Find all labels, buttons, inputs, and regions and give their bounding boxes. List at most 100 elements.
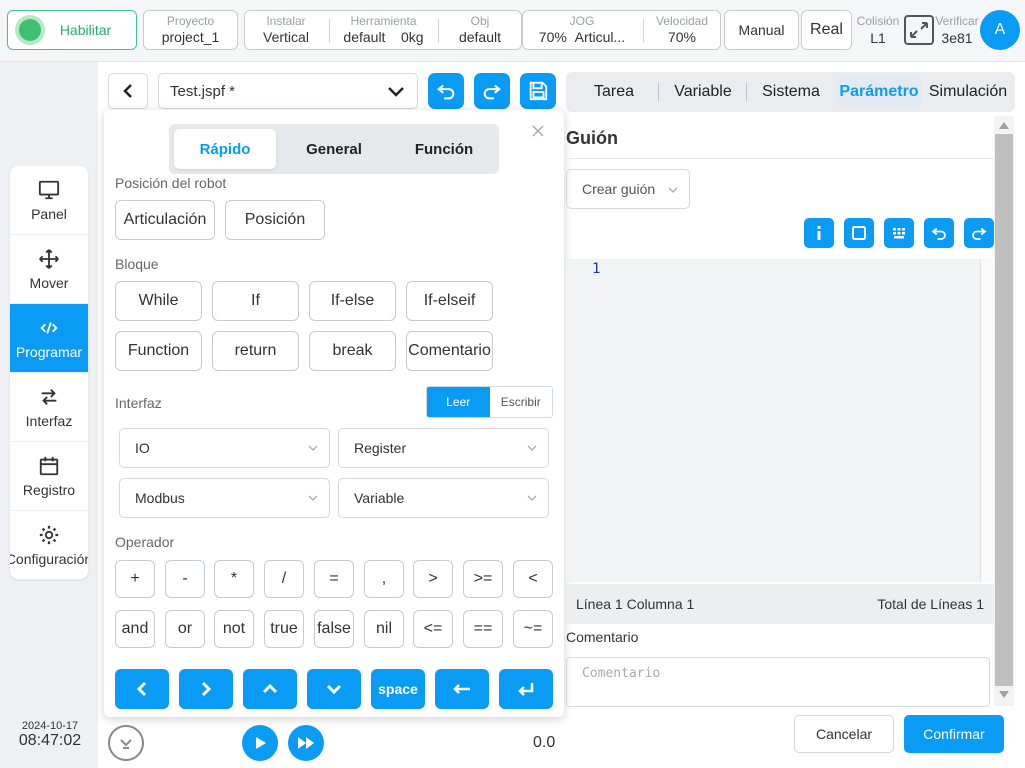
enable-label: Habilitar (59, 22, 112, 38)
cancel-button[interactable]: Cancelar (794, 715, 894, 753)
enable-button[interactable]: Habilitar (7, 10, 137, 50)
avatar[interactable]: A (980, 10, 1020, 50)
chevron-down-circle-icon (120, 739, 132, 749)
modbus-select[interactable]: Modbus (119, 478, 330, 518)
operator-button[interactable]: not (214, 610, 254, 648)
return-button[interactable]: return (212, 331, 299, 371)
right-scrollbar[interactable] (994, 116, 1014, 706)
operator-button[interactable]: ~= (513, 610, 553, 648)
chevron-down-icon (308, 495, 318, 501)
verify-indicator[interactable]: Verificar 3e81 (934, 14, 980, 46)
operator-button[interactable]: , (364, 560, 404, 598)
fullscreen-icon[interactable] (903, 15, 935, 45)
comment-label: Comentario (566, 629, 639, 645)
cursor-position: Línea 1 Columna 1 (576, 596, 695, 612)
function-button[interactable]: Function (115, 331, 202, 371)
if-else-button[interactable]: If-else (309, 281, 396, 321)
nav-item-panel[interactable]: Panel (10, 166, 88, 235)
code-editor[interactable]: 1 (566, 259, 994, 582)
collapse-button[interactable] (108, 725, 144, 761)
undo-button[interactable] (428, 73, 464, 109)
calendar-icon (39, 456, 59, 475)
io-select[interactable]: IO (119, 428, 330, 468)
real-button[interactable]: Real (801, 10, 852, 50)
tab-simulation[interactable]: Simulación (924, 76, 1012, 108)
install-value: Vertical (263, 29, 309, 45)
operator-button[interactable]: == (463, 610, 503, 648)
save-button[interactable] (520, 73, 556, 109)
operator-button[interactable]: / (264, 560, 304, 598)
while-button[interactable]: While (115, 281, 202, 321)
tab-task[interactable]: Tarea (570, 76, 658, 108)
tab-quick[interactable]: Rápido (174, 129, 276, 169)
editor-undo-button[interactable] (924, 218, 954, 248)
operator-button[interactable]: nil (364, 610, 404, 648)
select-button[interactable] (844, 218, 874, 248)
cursor-up-button[interactable] (243, 669, 297, 709)
operator-button[interactable]: and (115, 610, 155, 648)
comment-button[interactable]: Comentario (406, 331, 493, 371)
keyboard-button[interactable] (884, 218, 914, 248)
read-option[interactable]: Leer (427, 387, 490, 417)
close-icon[interactable] (531, 124, 545, 138)
variable-select[interactable]: Variable (338, 478, 549, 518)
editor-redo-button[interactable] (964, 218, 994, 248)
nav-item-program[interactable]: Programar (10, 304, 88, 373)
joint-button[interactable]: Articulación (115, 200, 215, 240)
enter-button[interactable] (499, 669, 553, 709)
project-box[interactable]: Proyecto project_1 (143, 10, 238, 50)
operator-button[interactable]: <= (413, 610, 453, 648)
nav-item-interface[interactable]: Interfaz (10, 373, 88, 442)
install-tool-box[interactable]: Instalar Vertical Herramienta default 0k… (244, 10, 522, 50)
tab-variable[interactable]: Variable (660, 76, 746, 108)
back-button[interactable] (108, 73, 148, 109)
create-script-label: Crear guión (582, 181, 656, 197)
operator-button[interactable]: false (314, 610, 354, 648)
status-indicator-icon (19, 19, 41, 41)
comment-input[interactable]: Comentario (566, 657, 990, 707)
operator-button[interactable]: * (214, 560, 254, 598)
operator-button[interactable]: < (513, 560, 553, 598)
editor-scrollbar[interactable] (980, 259, 994, 582)
operator-button[interactable]: or (165, 610, 205, 648)
operator-button[interactable]: > (413, 560, 453, 598)
tab-general[interactable]: General (283, 129, 385, 169)
scroll-thumb[interactable] (995, 134, 1013, 686)
space-button[interactable]: space (371, 669, 425, 709)
cursor-right-button[interactable] (179, 669, 233, 709)
enter-icon (518, 683, 534, 696)
collision-label: Colisión (856, 14, 900, 28)
fast-forward-button[interactable] (288, 725, 324, 761)
scroll-down-icon (999, 691, 1009, 698)
operator-button[interactable]: >= (463, 560, 503, 598)
position-button[interactable]: Posición (225, 200, 325, 240)
operator-button[interactable]: - (165, 560, 205, 598)
nav-item-move[interactable]: Mover (10, 235, 88, 304)
info-button[interactable] (804, 218, 834, 248)
if-elseif-button[interactable]: If-elseif (406, 281, 493, 321)
operator-button[interactable]: true (264, 610, 304, 648)
operator-button[interactable]: = (314, 560, 354, 598)
operator-button[interactable]: + (115, 560, 155, 598)
tab-function[interactable]: Función (393, 129, 495, 169)
file-select[interactable]: Test.jspf * (158, 73, 418, 109)
redo-button[interactable] (474, 73, 510, 109)
tab-parameter[interactable]: Parámetro (836, 76, 922, 108)
write-option[interactable]: Escribir (490, 387, 553, 417)
chevron-right-icon (201, 681, 212, 697)
undo-icon (931, 227, 946, 240)
break-button[interactable]: break (309, 331, 396, 371)
cursor-left-button[interactable] (115, 669, 169, 709)
cursor-down-button[interactable] (307, 669, 361, 709)
create-script-select[interactable]: Crear guión (566, 169, 690, 209)
register-select[interactable]: Register (338, 428, 549, 468)
play-button[interactable] (242, 725, 278, 761)
jog-speed-box[interactable]: JOG 70% Articul... Velocidad 70% (522, 10, 721, 50)
confirm-button[interactable]: Confirmar (904, 715, 1004, 753)
manual-button[interactable]: Manual (724, 10, 799, 50)
nav-item-settings[interactable]: Configuración (10, 511, 88, 579)
if-button[interactable]: If (212, 281, 299, 321)
tab-system[interactable]: Sistema (748, 76, 834, 108)
backspace-button[interactable] (435, 669, 489, 709)
nav-item-log[interactable]: Registro (10, 442, 88, 511)
